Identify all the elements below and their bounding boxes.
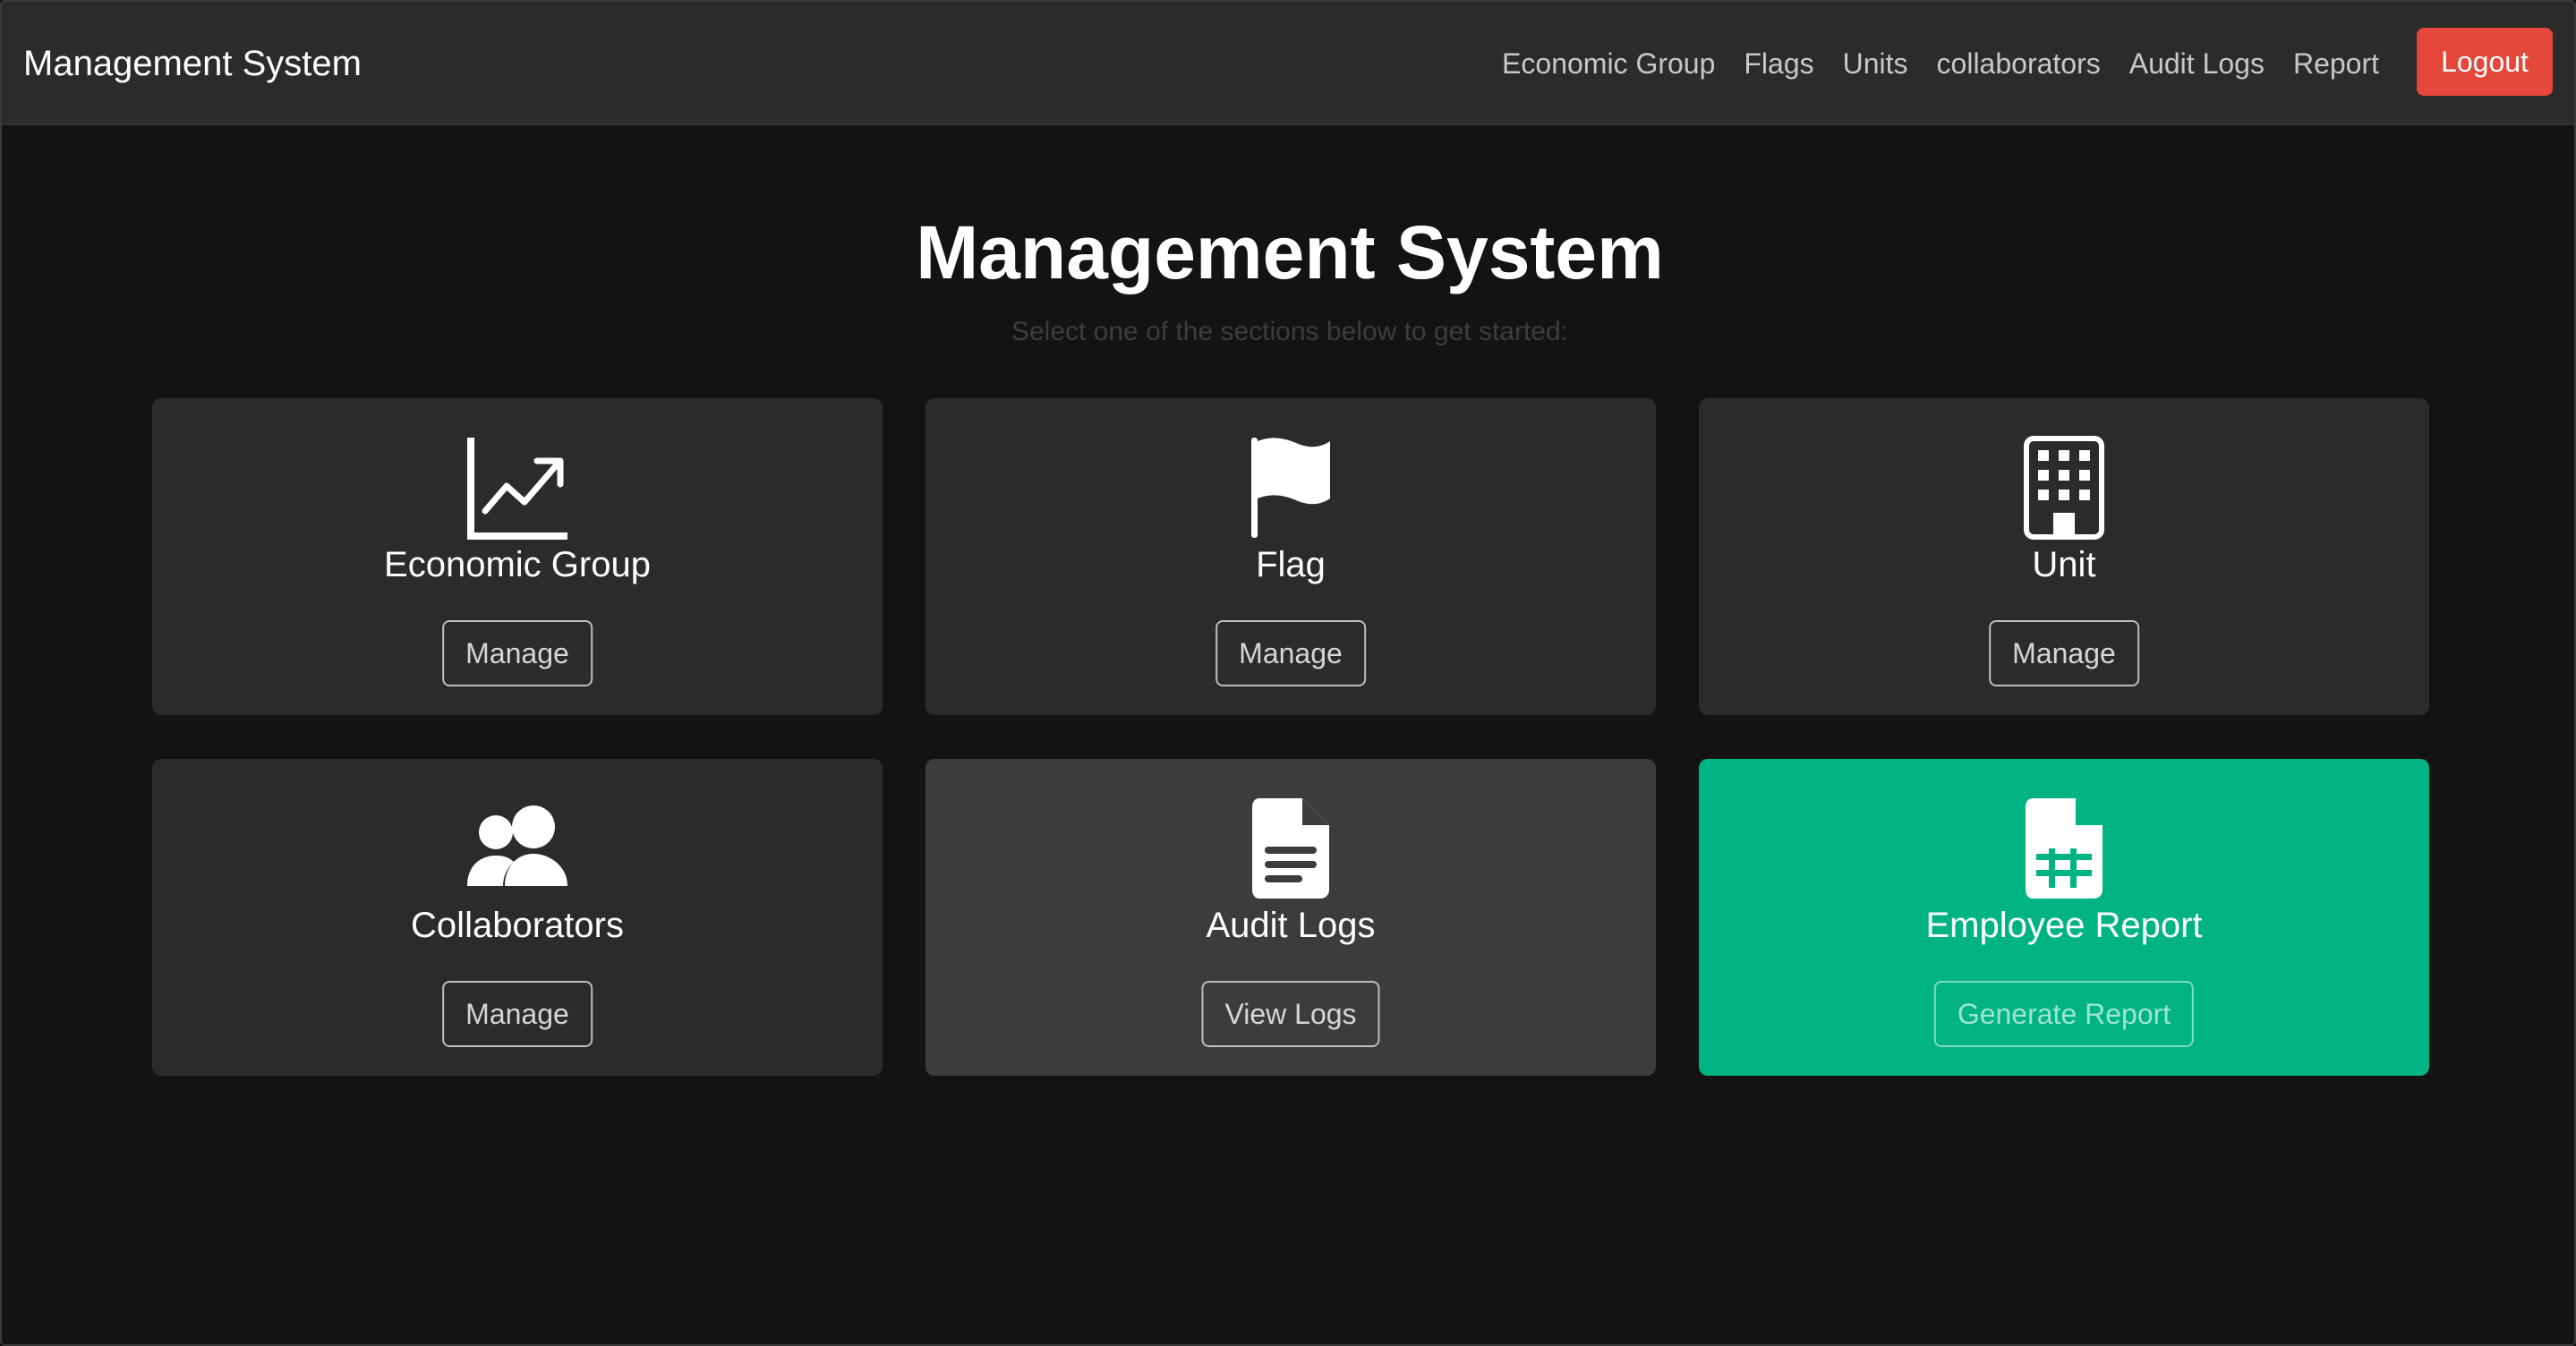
document-icon bbox=[925, 797, 1656, 900]
card-flag: Flag Manage bbox=[925, 398, 1656, 715]
manage-economic-group-button[interactable]: Manage bbox=[442, 620, 593, 686]
card-title: Unit bbox=[2032, 545, 2096, 584]
nav-links: Economic Group Flags Units collaborators… bbox=[1502, 2, 2379, 125]
card-employee-report: Employee Report Generate Report bbox=[1699, 759, 2429, 1076]
nav-link-flags[interactable]: Flags bbox=[1744, 47, 1813, 81]
brand-title[interactable]: Management System bbox=[23, 2, 362, 125]
card-title: Audit Logs bbox=[1206, 906, 1376, 945]
chart-line-icon bbox=[152, 436, 883, 540]
nav-link-audit-logs[interactable]: Audit Logs bbox=[2129, 47, 2265, 81]
card-title: Flag bbox=[1256, 545, 1326, 584]
card-economic-group: Economic Group Manage bbox=[152, 398, 883, 715]
manage-flag-button[interactable]: Manage bbox=[1215, 620, 1366, 686]
top-navbar: Management System Economic Group Flags U… bbox=[2, 2, 2574, 125]
nav-link-report[interactable]: Report bbox=[2293, 47, 2379, 81]
app-window: Management System Economic Group Flags U… bbox=[0, 0, 2576, 1346]
manage-unit-button[interactable]: Manage bbox=[1989, 620, 2139, 686]
manage-collaborators-button[interactable]: Manage bbox=[442, 981, 593, 1047]
card-audit-logs: Audit Logs View Logs bbox=[925, 759, 1656, 1076]
page-subtitle: Select one of the sections below to get … bbox=[1011, 317, 1569, 346]
spreadsheet-icon bbox=[1699, 797, 2429, 900]
logout-button[interactable]: Logout bbox=[2417, 28, 2553, 96]
nav-link-economic-group[interactable]: Economic Group bbox=[1502, 47, 1715, 81]
card-title: Collaborators bbox=[411, 906, 624, 945]
view-logs-button[interactable]: View Logs bbox=[1201, 981, 1380, 1047]
building-icon bbox=[1699, 436, 2429, 540]
nav-link-collaborators[interactable]: collaborators bbox=[1937, 47, 2101, 81]
card-unit: Unit Manage bbox=[1699, 398, 2429, 715]
flag-icon bbox=[925, 436, 1656, 540]
nav-link-units[interactable]: Units bbox=[1843, 47, 1908, 81]
card-title: Economic Group bbox=[384, 545, 651, 584]
card-collaborators: Collaborators Manage bbox=[152, 759, 883, 1076]
card-title: Employee Report bbox=[1925, 906, 2203, 945]
generate-report-button[interactable]: Generate Report bbox=[1933, 981, 2195, 1047]
users-icon bbox=[152, 797, 883, 900]
page-title: Management System bbox=[916, 210, 1664, 294]
